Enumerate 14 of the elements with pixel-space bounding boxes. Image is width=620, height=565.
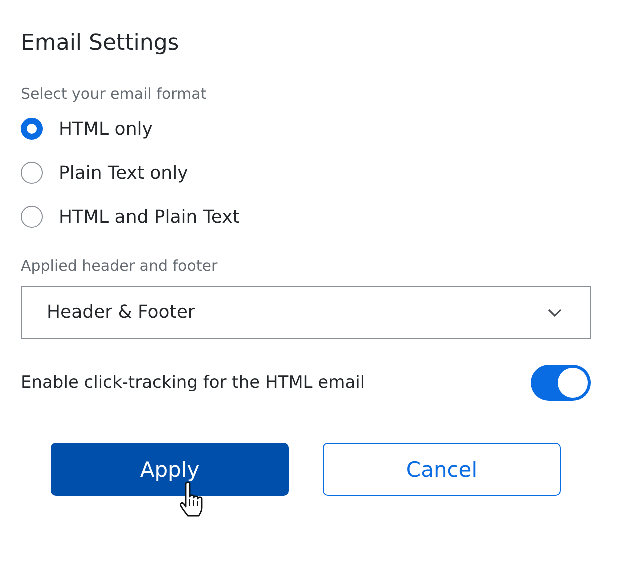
radio-label[interactable]: HTML only [59,118,153,140]
cancel-button[interactable]: Cancel [323,443,561,496]
dropdown-field[interactable]: Header & Footer [21,286,591,339]
field-label: Select your email format [21,84,208,104]
radio-label[interactable]: HTML and Plain Text [59,206,240,228]
radio-button[interactable] [21,162,43,184]
toggle-label: Enable click-tracking for the HTML email [21,373,366,393]
dialog-title: Email Settings [21,30,180,58]
radio-label[interactable]: Plain Text only [59,162,188,184]
radio-button[interactable] [21,206,43,228]
radio-button[interactable] [21,118,43,140]
toggle-switch[interactable] [531,365,591,401]
chevron-down-icon [548,308,562,316]
field-label: Applied header and footer [21,256,219,276]
